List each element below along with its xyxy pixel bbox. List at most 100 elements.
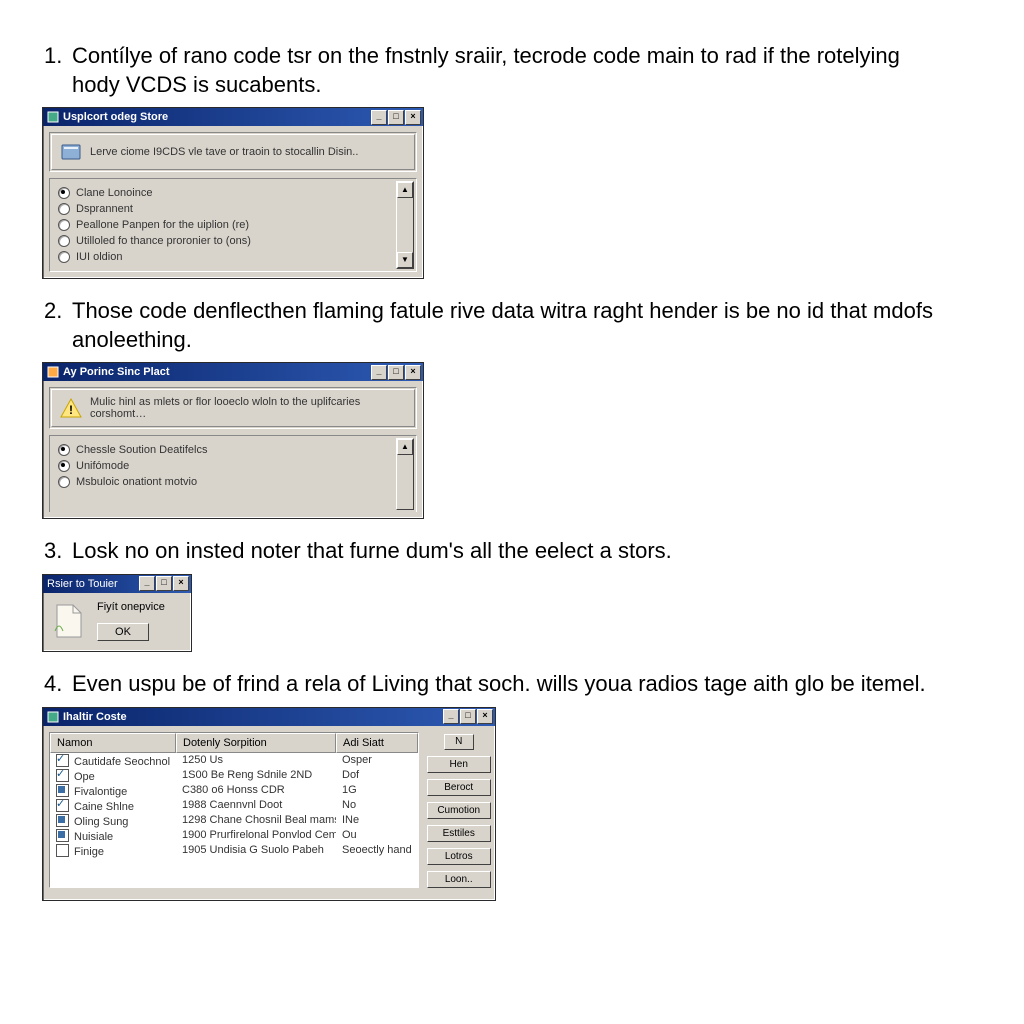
table-row[interactable]: FivalontigeC380 o6 Honss CDR1G [50, 783, 418, 798]
radio-option[interactable]: Chessle Soution Deatifelcs [58, 442, 394, 458]
maximize-icon[interactable]: □ [156, 576, 172, 591]
step-text: Even uspu be of frind a rela of Living t… [72, 670, 964, 699]
titlebar[interactable]: Ay Porinc Sinc Plact _ □ × [43, 363, 423, 381]
table-row[interactable]: Caine Shlne1988 Caennvnl DootNo [50, 798, 418, 813]
close-icon[interactable]: × [173, 576, 189, 591]
window-title: Ihaltir Coste [63, 711, 443, 723]
radio-icon[interactable] [58, 219, 70, 231]
cumotion-button[interactable]: Cumotion [427, 802, 491, 819]
cell-description: 1298 Chane Chosnil Beal mams [176, 813, 336, 828]
dialog-label: Fiyít onepvice [97, 601, 165, 613]
minimize-icon[interactable]: _ [371, 365, 387, 380]
table-row[interactable]: Finige1905 Undisia G Suolo PabehSeoectly… [50, 843, 418, 858]
cell-name: Cautidafe Seochnol [50, 753, 176, 768]
document-icon [53, 601, 85, 641]
cell-description: C380 o6 Honss CDR [176, 783, 336, 798]
scrollbar[interactable]: ▲ [396, 438, 414, 510]
window-title: Ay Porinc Sinc Plact [63, 366, 371, 378]
option-list: Chessle Soution Deatifelcs Unifómode Msbul… [49, 435, 417, 512]
esttiles-button[interactable]: Esttiles [427, 825, 491, 842]
radio-option[interactable]: Utilloled fo thance proronier to (ons) [58, 233, 394, 249]
checkbox-icon[interactable] [56, 844, 69, 857]
scroll-up-icon[interactable]: ▲ [397, 182, 413, 198]
radio-label: Utilloled fo thance proronier to (ons) [76, 235, 251, 247]
checkbox-icon[interactable] [56, 829, 69, 842]
step-text: Contílye of rano code tsr on the fnstnly… [72, 42, 964, 99]
option-list: Clane Lonoince Dsprannent Peallone Panpen … [49, 178, 417, 272]
step-number: 3. [44, 537, 72, 566]
table-row[interactable]: Oling Sung1298 Chane Chosnil Beal mamsIN… [50, 813, 418, 828]
radio-option[interactable]: Clane Lonoince [58, 185, 394, 201]
maximize-icon[interactable]: □ [460, 709, 476, 724]
radio-label: Clane Lonoince [76, 187, 152, 199]
small-button[interactable]: N [444, 734, 474, 750]
radio-icon[interactable] [58, 203, 70, 215]
info-text: Mulic hinl as mlets or flor looeclo wlol… [90, 396, 406, 420]
maximize-icon[interactable]: □ [388, 110, 404, 125]
lotros-button[interactable]: Lotros [427, 848, 491, 865]
checkbox-icon[interactable] [56, 754, 69, 767]
minimize-icon[interactable]: _ [443, 709, 459, 724]
cell-name: Nuisiale [50, 828, 176, 843]
close-icon[interactable]: × [405, 110, 421, 125]
close-icon[interactable]: × [477, 709, 493, 724]
cell-name: Oling Sung [50, 813, 176, 828]
radio-icon[interactable] [58, 476, 70, 488]
radio-icon[interactable] [58, 235, 70, 247]
radio-icon[interactable] [58, 251, 70, 263]
column-header-status[interactable]: Adi Siatt [336, 733, 418, 753]
radio-icon[interactable] [58, 187, 70, 199]
step-number: 4. [44, 670, 72, 699]
data-grid: Namon Dotenly Sorpition Adi Siatt Cautid… [49, 732, 419, 888]
beroct-button[interactable]: Beroct [427, 779, 491, 796]
checkbox-icon[interactable] [56, 814, 69, 827]
cell-status: No [336, 798, 418, 813]
cell-status: Seoectly hand [336, 843, 418, 858]
button-panel: N Hen Beroct Cumotion Esttiles Lotros Lo… [427, 732, 491, 888]
close-icon[interactable]: × [405, 365, 421, 380]
dialog-1: Usplcort odeg Store _ □ × Lerve ciome I9… [42, 107, 424, 279]
radio-label: Msbuloic onationt motvio [76, 476, 197, 488]
step-number: 2. [44, 297, 72, 354]
radio-icon[interactable] [58, 444, 70, 456]
cell-status: Osper [336, 753, 418, 768]
app-icon [47, 366, 59, 378]
checkbox-icon[interactable] [56, 799, 69, 812]
maximize-icon[interactable]: □ [388, 365, 404, 380]
titlebar[interactable]: Rsier to Touier _ □ × [43, 575, 191, 593]
warning-icon: ! [60, 397, 82, 419]
radio-label: Dsprannent [76, 203, 133, 215]
column-header-description[interactable]: Dotenly Sorpition [176, 733, 336, 753]
cell-name: Ope [50, 768, 176, 783]
scroll-down-icon[interactable]: ▼ [397, 252, 413, 268]
scroll-up-icon[interactable]: ▲ [397, 439, 413, 455]
checkbox-icon[interactable] [56, 784, 69, 797]
radio-option[interactable]: IUI oldion [58, 249, 394, 265]
radio-option[interactable]: Dsprannent [58, 201, 394, 217]
scrollbar[interactable]: ▲ ▼ [396, 181, 414, 269]
cell-description: 1988 Caennvnl Doot [176, 798, 336, 813]
column-header-name[interactable]: Namon [50, 733, 176, 753]
table-row[interactable]: Nuisiale1900 Prurfirelonal Ponvlod Cemou… [50, 828, 418, 843]
cell-name: Caine Shlne [50, 798, 176, 813]
titlebar[interactable]: Usplcort odeg Store _ □ × [43, 108, 423, 126]
loon-button[interactable]: Loon.. [427, 871, 491, 888]
radio-option[interactable]: Unifómode [58, 458, 394, 474]
radio-label: IUI oldion [76, 251, 122, 263]
hen-button[interactable]: Hen [427, 756, 491, 773]
ok-button[interactable]: OK [97, 623, 149, 641]
radio-label: Chessle Soution Deatifelcs [76, 444, 207, 456]
radio-label: Peallone Panpen for the uiplion (re) [76, 219, 249, 231]
radio-option[interactable]: Msbuloic onationt motvio [58, 474, 394, 490]
radio-icon[interactable] [58, 460, 70, 472]
minimize-icon[interactable]: _ [139, 576, 155, 591]
window-title: Rsier to Touier [47, 578, 139, 590]
step-number: 1. [44, 42, 72, 99]
minimize-icon[interactable]: _ [371, 110, 387, 125]
table-row[interactable]: Ope1S00 Be Reng Sdnile 2NDDof [50, 768, 418, 783]
checkbox-icon[interactable] [56, 769, 69, 782]
titlebar[interactable]: Ihaltir Coste _ □ × [43, 708, 495, 726]
cell-name: Fivalontige [50, 783, 176, 798]
table-row[interactable]: Cautidafe Seochnol1250 UsOsper [50, 753, 418, 768]
radio-option[interactable]: Peallone Panpen for the uiplion (re) [58, 217, 394, 233]
